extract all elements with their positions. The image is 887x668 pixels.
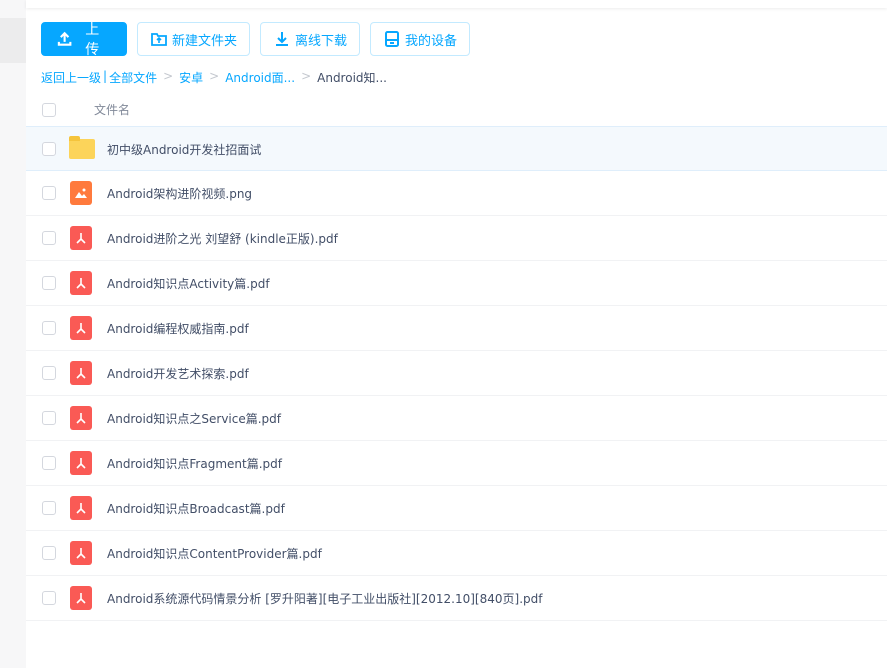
- file-name[interactable]: Android知识点ContentProvider篇.pdf: [107, 545, 322, 562]
- pdf-file-icon: [70, 316, 92, 340]
- offline-download-button[interactable]: 离线下载: [260, 22, 361, 56]
- row-checkbox[interactable]: [42, 186, 56, 200]
- breadcrumb-item[interactable]: 安卓: [179, 69, 203, 86]
- back-link[interactable]: 返回上一级: [41, 69, 101, 86]
- upload-label: 上传: [85, 22, 100, 58]
- pdf-file-icon: [70, 226, 92, 250]
- pdf-file-icon: [70, 406, 92, 430]
- breadcrumb-separator: >: [209, 69, 220, 83]
- breadcrumb-item[interactable]: Android面...: [225, 69, 295, 86]
- offline-download-label: 离线下载: [295, 33, 348, 49]
- file-name[interactable]: Android编程权威指南.pdf: [107, 320, 249, 337]
- pdf-file-icon: [70, 451, 92, 475]
- breadcrumb-separator: >: [301, 69, 312, 83]
- file-row[interactable]: Android架构进阶视频.png: [26, 171, 887, 216]
- row-checkbox[interactable]: [42, 456, 56, 470]
- file-name[interactable]: Android进阶之光 刘望舒 (kindle正版).pdf: [107, 230, 338, 247]
- row-checkbox[interactable]: [42, 546, 56, 560]
- breadcrumb: 返回上一级 | 全部文件 > 安卓 > Android面... > Androi…: [41, 69, 387, 86]
- file-row[interactable]: Android知识点Fragment篇.pdf: [26, 441, 887, 486]
- pdf-file-icon: [70, 361, 92, 385]
- file-row[interactable]: Android进阶之光 刘望舒 (kindle正版).pdf: [26, 216, 887, 261]
- column-header-filename[interactable]: 文件名: [94, 101, 130, 118]
- toolbar: 上传 新建文件夹 离线下载 我的设备: [41, 22, 471, 58]
- row-checkbox[interactable]: [42, 591, 56, 605]
- my-devices-button[interactable]: 我的设备: [370, 22, 471, 56]
- row-checkbox[interactable]: [42, 142, 56, 156]
- row-checkbox[interactable]: [42, 276, 56, 290]
- list-header: 文件名: [26, 96, 887, 126]
- file-row[interactable]: 初中级Android开发社招面试: [26, 126, 887, 171]
- file-name[interactable]: 初中级Android开发社招面试: [107, 141, 261, 158]
- new-folder-icon: [151, 33, 167, 46]
- device-icon: [385, 31, 400, 47]
- breadcrumb-separator: >: [163, 69, 174, 83]
- file-row[interactable]: Android系统源代码情景分析 [罗升阳著][电子工业出版社][2012.10…: [26, 576, 887, 621]
- my-devices-label: 我的设备: [405, 33, 458, 49]
- file-list: 初中级Android开发社招面试 Android架构进阶视频.png Android…: [26, 126, 887, 621]
- file-name[interactable]: Android知识点Activity篇.pdf: [107, 275, 270, 292]
- breadcrumb-bar: |: [103, 69, 108, 83]
- file-name[interactable]: Android系统源代码情景分析 [罗升阳著][电子工业出版社][2012.10…: [107, 590, 542, 607]
- row-checkbox[interactable]: [42, 321, 56, 335]
- file-row[interactable]: Android编程权威指南.pdf: [26, 306, 887, 351]
- sidebar-active-item[interactable]: [0, 18, 26, 63]
- new-folder-label: 新建文件夹: [172, 33, 238, 49]
- download-icon: [276, 32, 289, 46]
- file-row[interactable]: Android开发艺术探索.pdf: [26, 351, 887, 396]
- select-all-checkbox[interactable]: [42, 103, 56, 117]
- folder-icon: [69, 136, 95, 159]
- row-checkbox[interactable]: [42, 501, 56, 515]
- file-row[interactable]: Android知识点ContentProvider篇.pdf: [26, 531, 887, 576]
- file-name[interactable]: Android知识点之Service篇.pdf: [107, 410, 281, 427]
- row-checkbox[interactable]: [42, 411, 56, 425]
- sidebar: [0, 0, 26, 668]
- upload-button[interactable]: 上传: [41, 22, 127, 58]
- upload-icon: [57, 31, 72, 46]
- breadcrumb-current: Android知...: [317, 71, 387, 85]
- file-row[interactable]: Android知识点之Service篇.pdf: [26, 396, 887, 441]
- pdf-file-icon: [70, 496, 92, 520]
- file-name[interactable]: Android知识点Fragment篇.pdf: [107, 455, 282, 472]
- file-name[interactable]: Android架构进阶视频.png: [107, 185, 252, 202]
- file-name[interactable]: Android知识点Broadcast篇.pdf: [107, 500, 285, 517]
- file-row[interactable]: Android知识点Activity篇.pdf: [26, 261, 887, 306]
- row-checkbox[interactable]: [42, 366, 56, 380]
- breadcrumb-all-files[interactable]: 全部文件: [109, 69, 157, 86]
- file-row[interactable]: Android知识点Broadcast篇.pdf: [26, 486, 887, 531]
- new-folder-button[interactable]: 新建文件夹: [137, 22, 251, 56]
- pdf-file-icon: [70, 541, 92, 565]
- top-bar: [26, 0, 887, 8]
- pdf-file-icon: [70, 271, 92, 295]
- row-checkbox[interactable]: [42, 231, 56, 245]
- image-file-icon: [70, 181, 92, 205]
- file-name[interactable]: Android开发艺术探索.pdf: [107, 365, 249, 382]
- pdf-file-icon: [70, 586, 92, 610]
